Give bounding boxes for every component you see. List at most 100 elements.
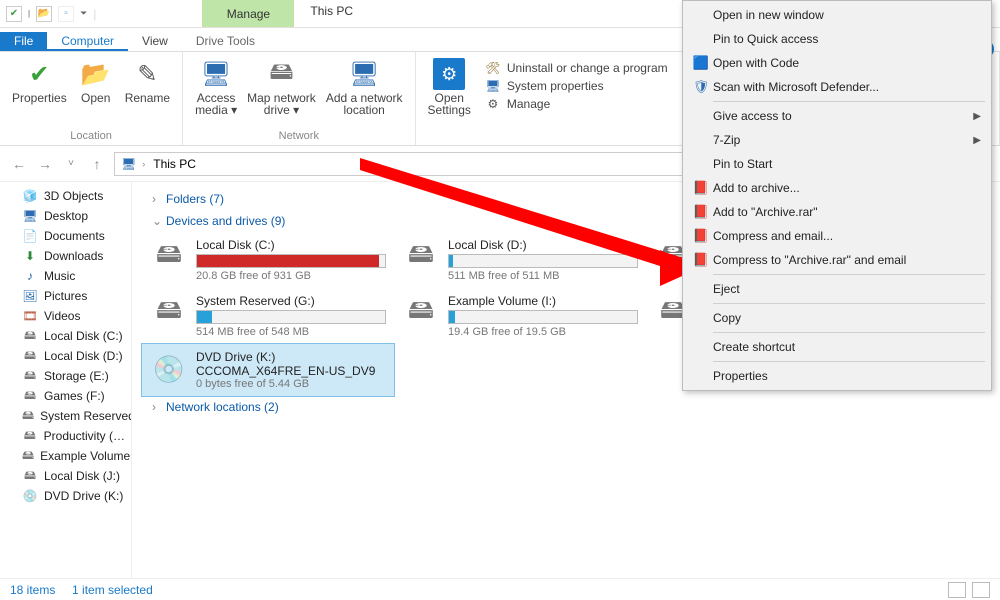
view-large-button[interactable] [972,582,990,598]
sidebar-item-documents[interactable]: 📄 Documents [0,226,131,246]
menu-item-label: Compress and email... [713,229,981,243]
menu-item-label: 7-Zip [713,133,973,147]
menu-item-label: Pin to Start [713,157,981,171]
menu-add-to-archive-rar[interactable]: 📕Add to "Archive.rar" [683,200,991,224]
ribbon-properties-button[interactable]: ✔Properties [8,56,71,106]
menu-pin-to-start[interactable]: Pin to Start [683,152,991,176]
qat-more-icon[interactable]: ⏷ [80,8,87,19]
menu-item-label: Add to "Archive.rar" [713,205,981,219]
sidebar-item-pictures[interactable]: 🖼Pictures [0,286,131,306]
menu-copy[interactable]: Copy [683,306,991,330]
ribbon-rename-button[interactable]: ✎Rename [121,56,174,106]
breadcrumb-chevron-icon[interactable]: › [142,159,145,169]
sidebar-item-local-disk-j-[interactable]: 🖴Local Disk (J:) [0,466,131,486]
usage-bar [448,254,638,268]
ribbon-uninstall-or-change-a-pr[interactable]: 🛠Uninstall or change a program [485,60,668,76]
ribbon-open-button[interactable]: 📂Open [73,56,119,106]
sidebar-item-label: Storage (E:) [44,369,109,383]
tab-view[interactable]: View [128,32,182,51]
sidebar-item-storage-e-[interactable]: 🖴Storage (E:) [0,366,131,386]
contextual-tab-manage[interactable]: Manage [202,0,294,27]
open-settings-button[interactable]: ⚙ Open Settings [424,56,475,118]
nav-forward-button[interactable]: → [36,155,54,173]
usage-bar [196,254,386,268]
ribbon-map-button[interactable]: 🖴Map network drive ▾ [243,56,320,118]
qat-item-icon[interactable]: ▫ [58,6,74,22]
menu-properties[interactable]: Properties [683,364,991,388]
menu-item-label: Open in new window [713,8,981,22]
qat-divider: | [93,7,96,21]
menu-create-shortcut[interactable]: Create shortcut [683,335,991,359]
sidebar-item-label: Pictures [44,289,87,303]
rename-icon: ✎ [131,58,163,90]
line-icon: 🖥 [485,78,501,94]
folder-icon: 🖴 [22,468,38,484]
nav-recent-dropdown[interactable]: ˅ [62,155,80,173]
drive-name: System Reserved (G:) [196,294,386,308]
tab-drive-tools[interactable]: Drive Tools [182,32,269,51]
sidebar-item-example-volume[interactable]: 🖴 Example Volume [0,446,131,466]
sidebar-item-local-disk-c-[interactable]: 🖴Local Disk (C:) [0,326,131,346]
menu-open-with-code[interactable]: 🟦Open with Code [683,51,991,75]
properties-icon: ✔ [23,58,55,90]
tab-file[interactable]: File [0,32,47,51]
folder-icon: 🖴 [22,428,38,444]
status-bar: 18 items 1 item selected [0,578,1000,600]
sidebar-item-local-disk-d-[interactable]: 🖴Local Disk (D:) [0,346,131,366]
folder-icon: 🎞 [22,308,38,324]
sidebar-item-system-reserved[interactable]: 🖴System Reserved [0,406,131,426]
drive-example-volume-i-[interactable]: 🖴 Example Volume (I:)19.4 GB free of 19.… [394,288,646,344]
drive-system-reserved-g-[interactable]: 🖴 System Reserved (G:)514 MB free of 548… [142,288,394,344]
sidebar-item-dvd-drive-k-[interactable]: 💿DVD Drive (K:) [0,486,131,506]
sidebar-item-3d-objects[interactable]: 🧊 3D Objects [0,186,131,206]
drive-local-disk-c-[interactable]: 🖴 Local Disk (C:)20.8 GB free of 931 GB [142,232,394,288]
ribbon-system-properties[interactable]: 🖥System properties [485,78,668,94]
sidebar-item-label: Productivity (… [44,429,125,443]
menu-open-in-new-window[interactable]: Open in new window [683,3,991,27]
menu-pin-to-quick-access[interactable]: Pin to Quick access [683,27,991,51]
ribbon-access-button[interactable]: 🖥Access media ▾ [191,56,241,118]
section-network-locations[interactable]: ›Network locations (2) [142,396,990,418]
sidebar-item-productivity-[interactable]: 🖴 Productivity (… [0,426,131,446]
drive-free-text: 0 bytes free of 5.44 GB [196,378,386,390]
ribbon-group-location: ✔Properties📂Open✎Rename Location [0,52,183,145]
sidebar-item-label: DVD Drive (K:) [44,489,123,503]
folder-icon: 📄 [22,228,38,244]
folder-icon: 🖴 [22,448,34,464]
drive-local-disk-d-[interactable]: 🖴 Local Disk (D:)511 MB free of 511 MB [394,232,646,288]
menu-separator [713,361,985,362]
window-title: This PC [294,0,369,27]
nav-up-button[interactable]: ↑ [88,155,106,173]
sidebar-item-label: 3D Objects [44,189,103,203]
nav-back-button[interactable]: ← [10,155,28,173]
sidebar-item-games-f-[interactable]: 🖴Games (F:) [0,386,131,406]
sidebar-item-label: Example Volume [40,449,130,463]
menu-item-icon: 🟦 [689,55,713,71]
sidebar-item-label: Local Disk (D:) [44,349,123,363]
drive-free-text: 514 MB free of 548 MB [196,326,386,338]
menu-compress-and-email[interactable]: 📕Compress and email... [683,224,991,248]
menu-add-to-archive[interactable]: 📕Add to archive... [683,176,991,200]
ribbon-add-button[interactable]: 🖥Add a network location [322,56,407,118]
menu-item-label: Pin to Quick access [713,32,981,46]
menu-give-access-to[interactable]: Give access to▶ [683,104,991,128]
sidebar-item-videos[interactable]: 🎞Videos [0,306,131,326]
context-menu: Open in new window Pin to Quick access 🟦Op… [682,0,992,391]
menu-7-zip[interactable]: 7-Zip▶ [683,128,991,152]
menu-scan-with-microsoft-defender[interactable]: 🛡Scan with Microsoft Defender... [683,75,991,99]
view-details-button[interactable] [948,582,966,598]
qat-properties-icon[interactable]: ✔ [6,6,22,22]
sidebar-item-downloads[interactable]: ⬇Downloads [0,246,131,266]
sidebar-item-desktop[interactable]: 🖥Desktop [0,206,131,226]
qat-open-icon[interactable]: 📂 [36,6,52,22]
menu-compress-to-archive-rar-and-email[interactable]: 📕Compress to "Archive.rar" and email [683,248,991,272]
menu-item-label: Copy [713,311,981,325]
ribbon-manage[interactable]: ⚙Manage [485,96,668,112]
sidebar-item-label: Documents [44,229,105,243]
folder-icon: 🧊 [22,188,38,204]
menu-eject[interactable]: Eject [683,277,991,301]
sidebar-item-music[interactable]: ♪Music [0,266,131,286]
drive-dvd-drive-k-[interactable]: 💿 DVD Drive (K:)CCCOMA_X64FRE_EN-US_DV90… [142,344,394,396]
menu-item-label: Give access to [713,109,973,123]
tab-computer[interactable]: Computer [47,32,128,51]
